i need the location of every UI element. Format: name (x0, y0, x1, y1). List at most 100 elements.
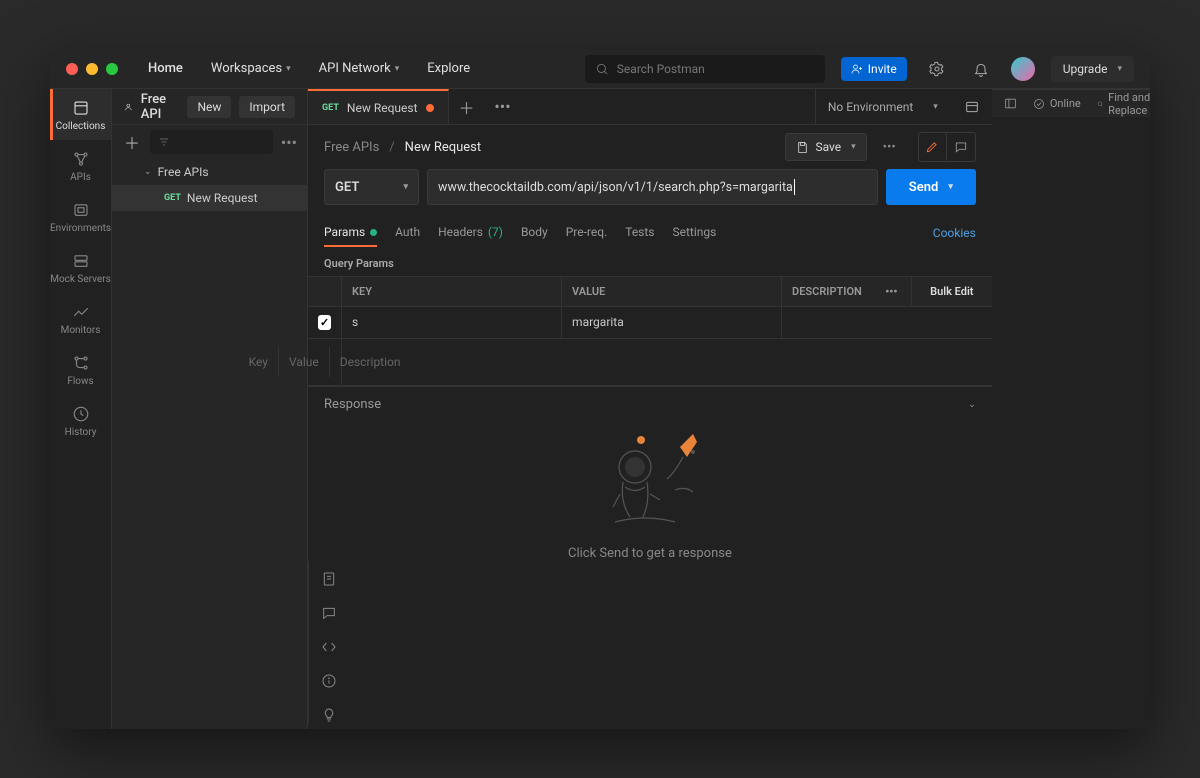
invite-label: Invite (868, 62, 897, 76)
request-row[interactable]: GET New Request (112, 185, 307, 211)
settings-icon[interactable] (923, 55, 951, 83)
environment-selector[interactable]: No Environment ▾ (815, 89, 992, 124)
query-params-label: Query Params (308, 247, 992, 276)
subtab-tests[interactable]: Tests (625, 219, 654, 247)
more-actions-icon[interactable]: ••• (877, 140, 902, 155)
value-cell[interactable]: Value (279, 347, 330, 377)
comment-view-button[interactable] (947, 133, 975, 161)
key-cell[interactable]: s (342, 307, 562, 338)
value-header: VALUE (562, 277, 782, 306)
chevron-down-icon: ▾ (851, 142, 856, 152)
minimize-window-icon[interactable] (86, 63, 98, 75)
right-rail (308, 561, 348, 723)
fullscreen-window-icon[interactable] (106, 63, 118, 75)
comments-icon[interactable] (321, 605, 337, 621)
invite-button[interactable]: Invite (841, 57, 907, 81)
subtab-body[interactable]: Body (521, 219, 548, 247)
table-row: ✓ s margarita (308, 307, 992, 339)
subtab-params[interactable]: Params (324, 219, 377, 247)
documentation-icon[interactable] (321, 571, 337, 587)
find-replace[interactable]: Find and Replace (1097, 91, 1150, 117)
rail-label: APIs (70, 172, 91, 183)
notifications-icon[interactable] (967, 55, 995, 83)
bulk-edit-button[interactable]: Bulk Edit (912, 277, 992, 306)
collection-row[interactable]: ⌄ Free APIs (112, 159, 307, 185)
save-button[interactable]: Save ▾ (785, 133, 866, 161)
tab-request[interactable]: GET New Request (308, 89, 448, 124)
subtab-headers[interactable]: Headers (7) (438, 219, 503, 247)
upgrade-button[interactable]: Upgrade▾ (1051, 56, 1134, 82)
nav-workspaces[interactable]: Workspaces▾ (205, 57, 297, 80)
rail-collections[interactable]: Collections (50, 89, 111, 140)
nav-api-network[interactable]: API Network▾ (313, 57, 406, 80)
row-checkbox[interactable]: Key Value Description (308, 339, 342, 385)
user-avatar[interactable] (1011, 57, 1035, 81)
environment-quicklook-icon[interactable] (964, 99, 980, 115)
breadcrumb-parent[interactable]: Free APIs (324, 140, 379, 155)
window-controls (66, 63, 118, 75)
subtab-prereq[interactable]: Pre-req. (566, 219, 608, 247)
value-cell[interactable]: margarita (562, 307, 782, 338)
method-selector[interactable]: GET ▾ (324, 169, 419, 205)
key-cell[interactable]: Key (239, 347, 279, 377)
workspace-name: Free API (141, 92, 172, 122)
response-body: Click Send to get a response (308, 422, 992, 561)
send-button[interactable]: Send ▾ (886, 169, 976, 205)
new-button[interactable]: New (187, 96, 231, 118)
rail-mock-servers[interactable]: Mock Servers (50, 242, 111, 293)
subtab-settings[interactable]: Settings (673, 219, 717, 247)
cookies-link[interactable]: Cookies (933, 226, 976, 240)
more-icon[interactable]: ••• (281, 133, 297, 152)
chevron-down-icon: ▾ (948, 182, 953, 192)
request-row: GET ▾ www.thecocktaildb.com/api/json/v1/… (308, 169, 992, 215)
text-cursor-icon (794, 179, 795, 195)
subtab-label: Headers (438, 225, 483, 239)
find-label: Find and Replace (1108, 91, 1150, 117)
lightbulb-icon[interactable] (321, 707, 337, 723)
environments-icon (72, 201, 90, 219)
code-icon[interactable] (321, 639, 337, 655)
rail-apis[interactable]: APIs (50, 140, 111, 191)
create-icon[interactable]: ＋ (122, 132, 142, 152)
modified-indicator-icon (370, 229, 377, 236)
rail-environments[interactable]: Environments (50, 191, 111, 242)
url-input[interactable]: www.thecocktaildb.com/api/json/v1/1/sear… (427, 169, 878, 205)
nav-explore[interactable]: Explore (421, 57, 476, 80)
online-status[interactable]: Online (1033, 97, 1081, 110)
nav-workspaces-label: Workspaces (211, 61, 282, 76)
global-search[interactable]: Search Postman (585, 55, 825, 83)
filter-input[interactable] (150, 130, 273, 154)
rail-flows[interactable]: Flows (50, 344, 111, 395)
import-button[interactable]: Import (239, 96, 295, 118)
tab-overflow-icon[interactable]: ••• (485, 89, 521, 124)
edit-view-button[interactable] (919, 133, 947, 161)
nav-api-network-label: API Network (319, 61, 391, 76)
sidebar-toggle-icon[interactable] (1004, 97, 1017, 110)
new-tab-button[interactable]: ＋ (449, 89, 485, 124)
breadcrumb-separator: / (389, 140, 394, 155)
desc-cell[interactable]: Description (330, 347, 411, 377)
subtab-auth[interactable]: Auth (395, 219, 420, 247)
request-subtabs: Params Auth Headers (7) Body Pre-req. Te… (308, 215, 992, 247)
chevron-down-icon: ⌄ (144, 167, 152, 177)
rail-history[interactable]: History (50, 395, 111, 446)
collection-tree: ⌄ Free APIs GET New Request (112, 159, 307, 211)
options-header[interactable]: ••• (872, 277, 912, 306)
search-icon (595, 62, 609, 76)
close-window-icon[interactable] (66, 63, 78, 75)
headers-count: (7) (488, 225, 503, 239)
response-header[interactable]: Response ⌄ (308, 386, 992, 422)
method-badge: GET (164, 193, 181, 203)
checkmark-icon: ✓ (318, 315, 331, 330)
row-checkbox[interactable]: ✓ (308, 307, 342, 338)
filter-icon (158, 136, 170, 148)
rail-label: Mock Servers (50, 274, 111, 285)
nav-home[interactable]: Home (142, 57, 189, 80)
rail-label: Environments (50, 223, 111, 234)
info-icon[interactable] (321, 673, 337, 689)
desc-cell[interactable] (782, 307, 992, 338)
rail-monitors[interactable]: Monitors (50, 293, 111, 344)
monitors-icon (72, 303, 90, 321)
person-plus-icon (851, 63, 863, 75)
collection-name: Free APIs (158, 165, 209, 179)
